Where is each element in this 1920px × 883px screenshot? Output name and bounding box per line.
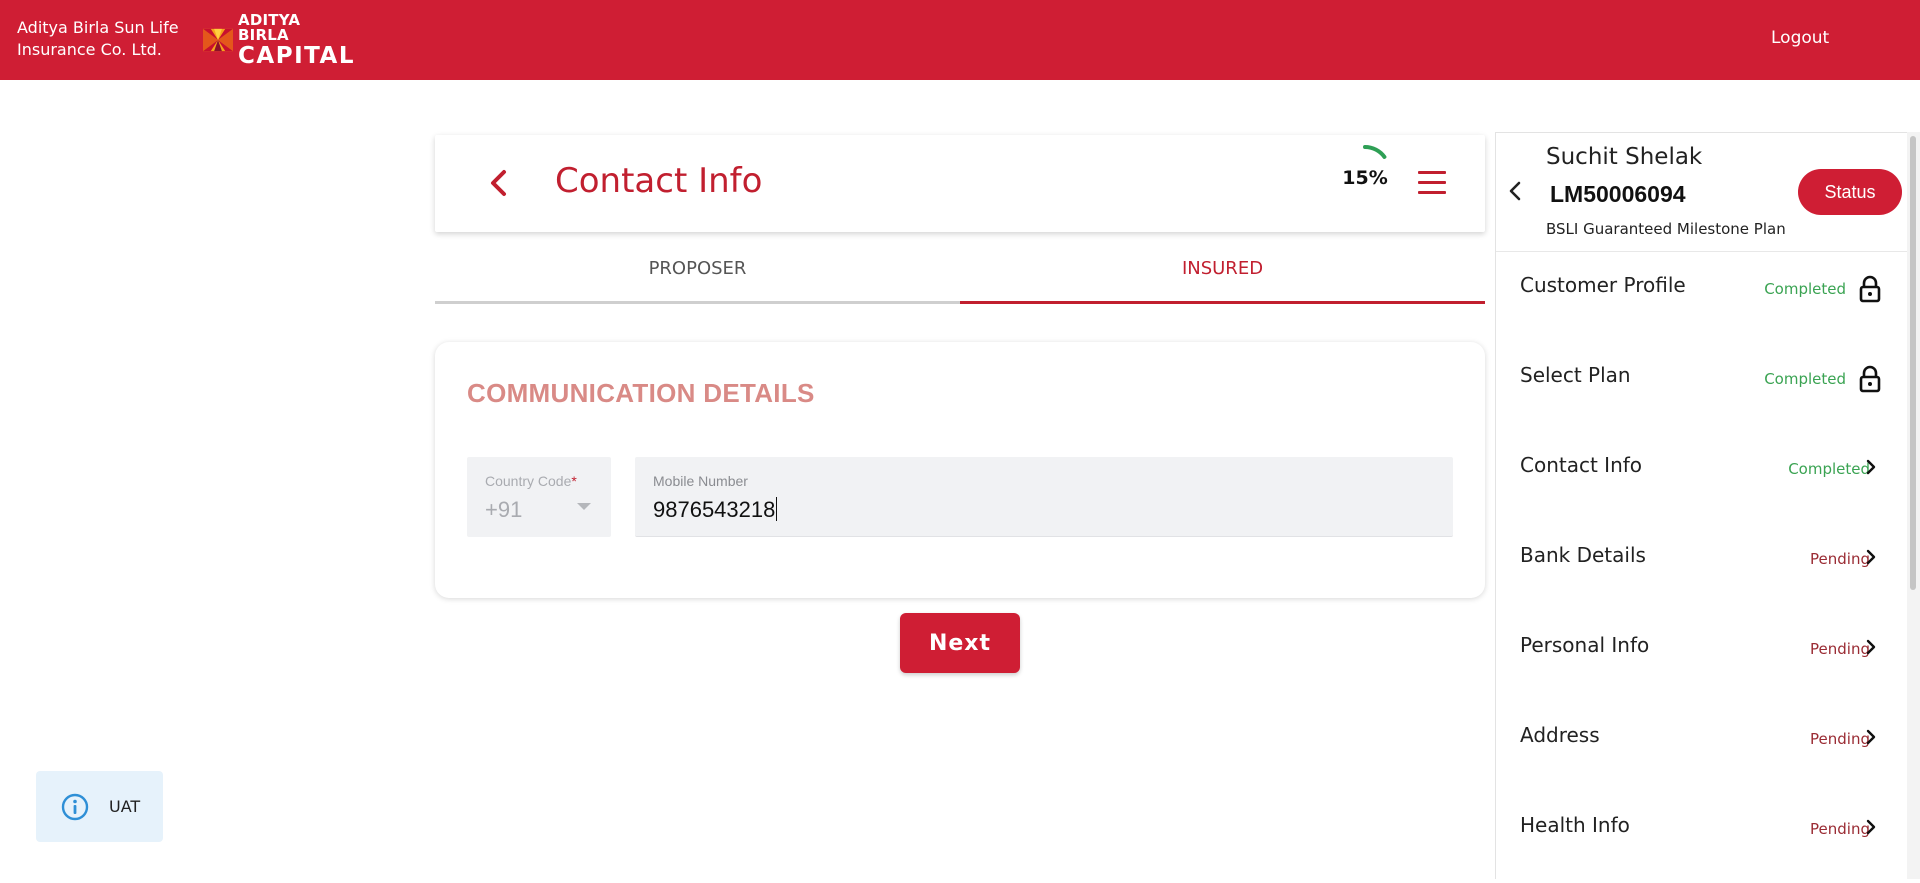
brand-text: Aditya Birla Sun Life Insurance Co. Ltd. [17,17,179,61]
environment-badge: UAT [36,771,163,842]
step-label: Customer Profile [1520,273,1686,297]
next-button[interactable]: Next [900,613,1020,673]
info-icon [61,793,89,820]
country-code-label: Country Code* [485,473,577,489]
step-contact-info[interactable]: Contact Info Completed [1496,433,1908,523]
divider [1496,251,1908,252]
side-panel-scrollbar[interactable] [1907,132,1920,879]
scrollbar-thumb[interactable] [1910,136,1916,590]
page-title: Contact Info [555,161,763,201]
logout-link[interactable]: Logout [1771,28,1829,48]
logo-line-1: ADITYA BIRLA [238,10,301,44]
lock-icon [1859,365,1881,393]
section-title: COMMUNICATION DETAILS [467,378,815,408]
logo-line-2: CAPITAL [238,42,355,69]
status-button[interactable]: Status [1798,169,1902,215]
customer-name: Suchit Shelak [1546,144,1703,170]
collapse-panel-chevron-icon[interactable] [1508,180,1522,202]
text-cursor [776,497,778,521]
country-code-select[interactable]: Country Code* +91 [467,457,611,537]
sunburst-logo-icon [203,28,234,52]
top-header: Aditya Birla Sun Life Insurance Co. Ltd.… [0,0,1920,80]
logo-wordmark: ADITYA BIRLA CAPITAL [238,10,355,69]
lock-icon [1859,275,1881,303]
step-status: Completed [1764,280,1846,298]
step-label: Personal Info [1520,633,1650,657]
country-code-value: +91 [485,497,523,522]
mobile-number-field[interactable]: Mobile Number 9876543218 [635,457,1453,537]
step-label: Select Plan [1520,363,1631,387]
chevron-right-icon [1866,639,1876,655]
chevron-right-icon [1866,459,1876,475]
communication-details-card: COMMUNICATION DETAILS Country Code* +91 … [435,342,1485,598]
chevron-right-icon [1866,729,1876,745]
environment-label: UAT [109,797,141,816]
progress-percent: 15% [1342,167,1388,189]
dropdown-arrow-icon [577,503,591,510]
chevron-right-icon [1866,819,1876,835]
step-label: Health Info [1520,813,1630,837]
step-status: Pending [1810,640,1870,658]
step-label: Address [1520,723,1600,747]
step-health-info[interactable]: Health Info Pending [1496,793,1908,883]
back-chevron-icon[interactable] [487,167,511,199]
brand-line-2: Insurance Co. Ltd. [17,40,162,59]
brand-line-1: Aditya Birla Sun Life [17,18,179,37]
step-label: Bank Details [1520,543,1646,567]
step-label: Contact Info [1520,453,1643,477]
step-status: Completed [1788,460,1870,478]
plan-name: BSLI Guaranteed Milestone Plan [1546,220,1786,238]
chevron-right-icon [1866,549,1876,565]
party-tabs: PROPOSER INSURED [435,248,1485,304]
step-personal-info[interactable]: Personal Info Pending [1496,613,1908,703]
step-status: Pending [1810,820,1870,838]
application-id: LM50006094 [1550,181,1686,207]
mobile-number-label: Mobile Number [653,473,748,489]
step-bank-details[interactable]: Bank Details Pending [1496,523,1908,613]
hamburger-menu-icon[interactable] [1418,171,1446,195]
tab-proposer[interactable]: PROPOSER [435,248,960,304]
page-header-card: Contact Info 15% [435,135,1485,232]
mobile-number-input[interactable]: 9876543218 [653,497,778,523]
step-status: Pending [1810,730,1870,748]
step-select-plan[interactable]: Select Plan Completed [1496,343,1908,433]
aditya-birla-capital-logo: ADITYA BIRLA CAPITAL [203,12,355,67]
step-customer-profile[interactable]: Customer Profile Completed [1496,253,1908,343]
step-address[interactable]: Address Pending [1496,703,1908,793]
steps-list: Customer Profile Completed Select Plan C… [1496,253,1908,883]
application-side-panel: Suchit Shelak LM50006094 BSLI Guaranteed… [1495,132,1908,879]
step-status: Completed [1764,370,1846,388]
tab-insured[interactable]: INSURED [960,248,1485,304]
required-asterisk: * [571,473,577,489]
step-status: Pending [1810,550,1870,568]
